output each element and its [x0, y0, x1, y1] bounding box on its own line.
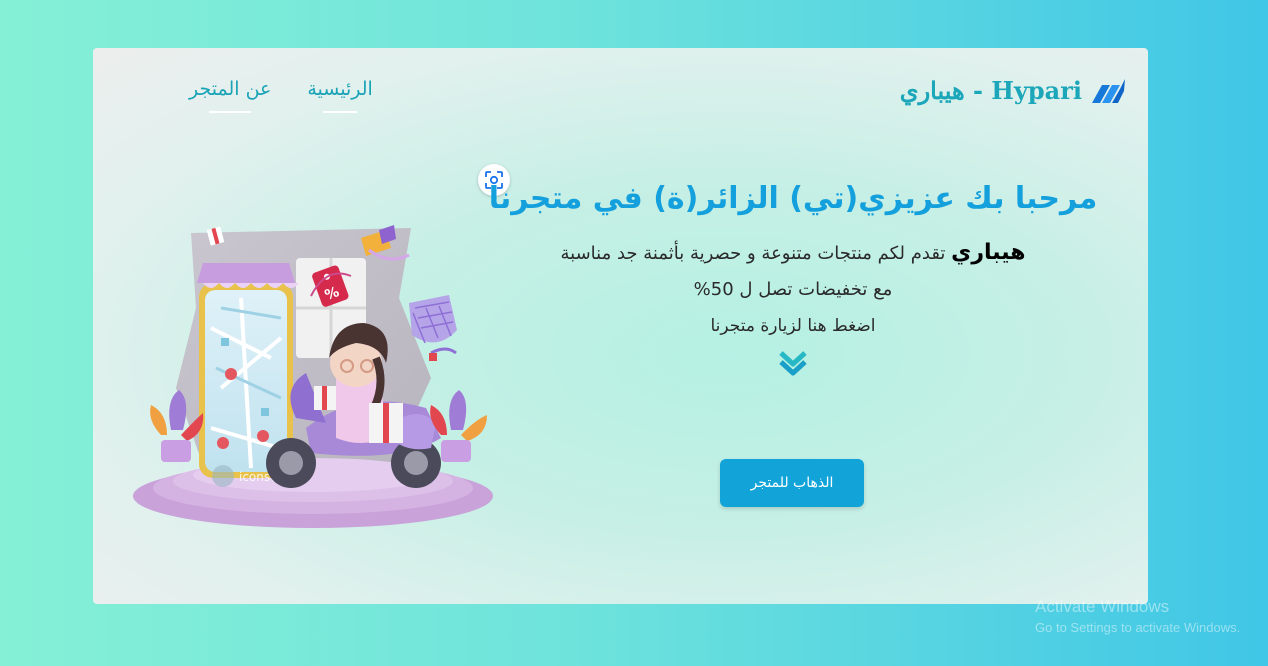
delivery-scooter-illustration: iconscout % — [133, 225, 493, 528]
activate-windows-watermark: Activate Windows Go to Settings to activ… — [1035, 597, 1240, 635]
hero-card: هيباري - Hypari الرئيسية عن المتجر مرحبا… — [93, 48, 1148, 604]
hero-content: مرحبا بك عزيزي(تي) الزائر(ة) في متجرنا ه… — [483, 178, 1103, 382]
main-nav: الرئيسية عن المتجر — [189, 78, 373, 100]
nav-item-home[interactable]: الرئيسية — [307, 78, 372, 100]
brand-name: هيباري - Hypari — [899, 76, 1082, 105]
discount-text: مع تخفيضات تصل ل 50% — [693, 279, 893, 300]
nav-item-about-store[interactable]: عن المتجر — [189, 78, 271, 100]
hypari-logo-icon — [1092, 78, 1125, 103]
hero-title: مرحبا بك عزيزي(تي) الزائر(ة) في متجرنا — [488, 181, 1098, 216]
hero-description-text: تقدم لكم منتجات متنوعة و حصرية بأثمنة جد… — [560, 243, 952, 264]
go-to-store-button[interactable]: الذهاب للمتجر — [720, 459, 864, 507]
watermark-line-1: Activate Windows — [1035, 597, 1170, 616]
watermark-line-2: Go to Settings to activate Windows. — [1035, 620, 1241, 635]
hero-brand-name: هيباري — [951, 240, 1026, 265]
visit-store-prompt: اضغط هنا لزيارة متجرنا — [710, 316, 876, 336]
double-chevron-down-icon — [779, 351, 807, 376]
hero-description: هيباري تقدم لكم منتجات متنوعة و حصرية بأ… — [483, 240, 1103, 265]
brand[interactable]: هيباري - Hypari — [900, 76, 1126, 105]
